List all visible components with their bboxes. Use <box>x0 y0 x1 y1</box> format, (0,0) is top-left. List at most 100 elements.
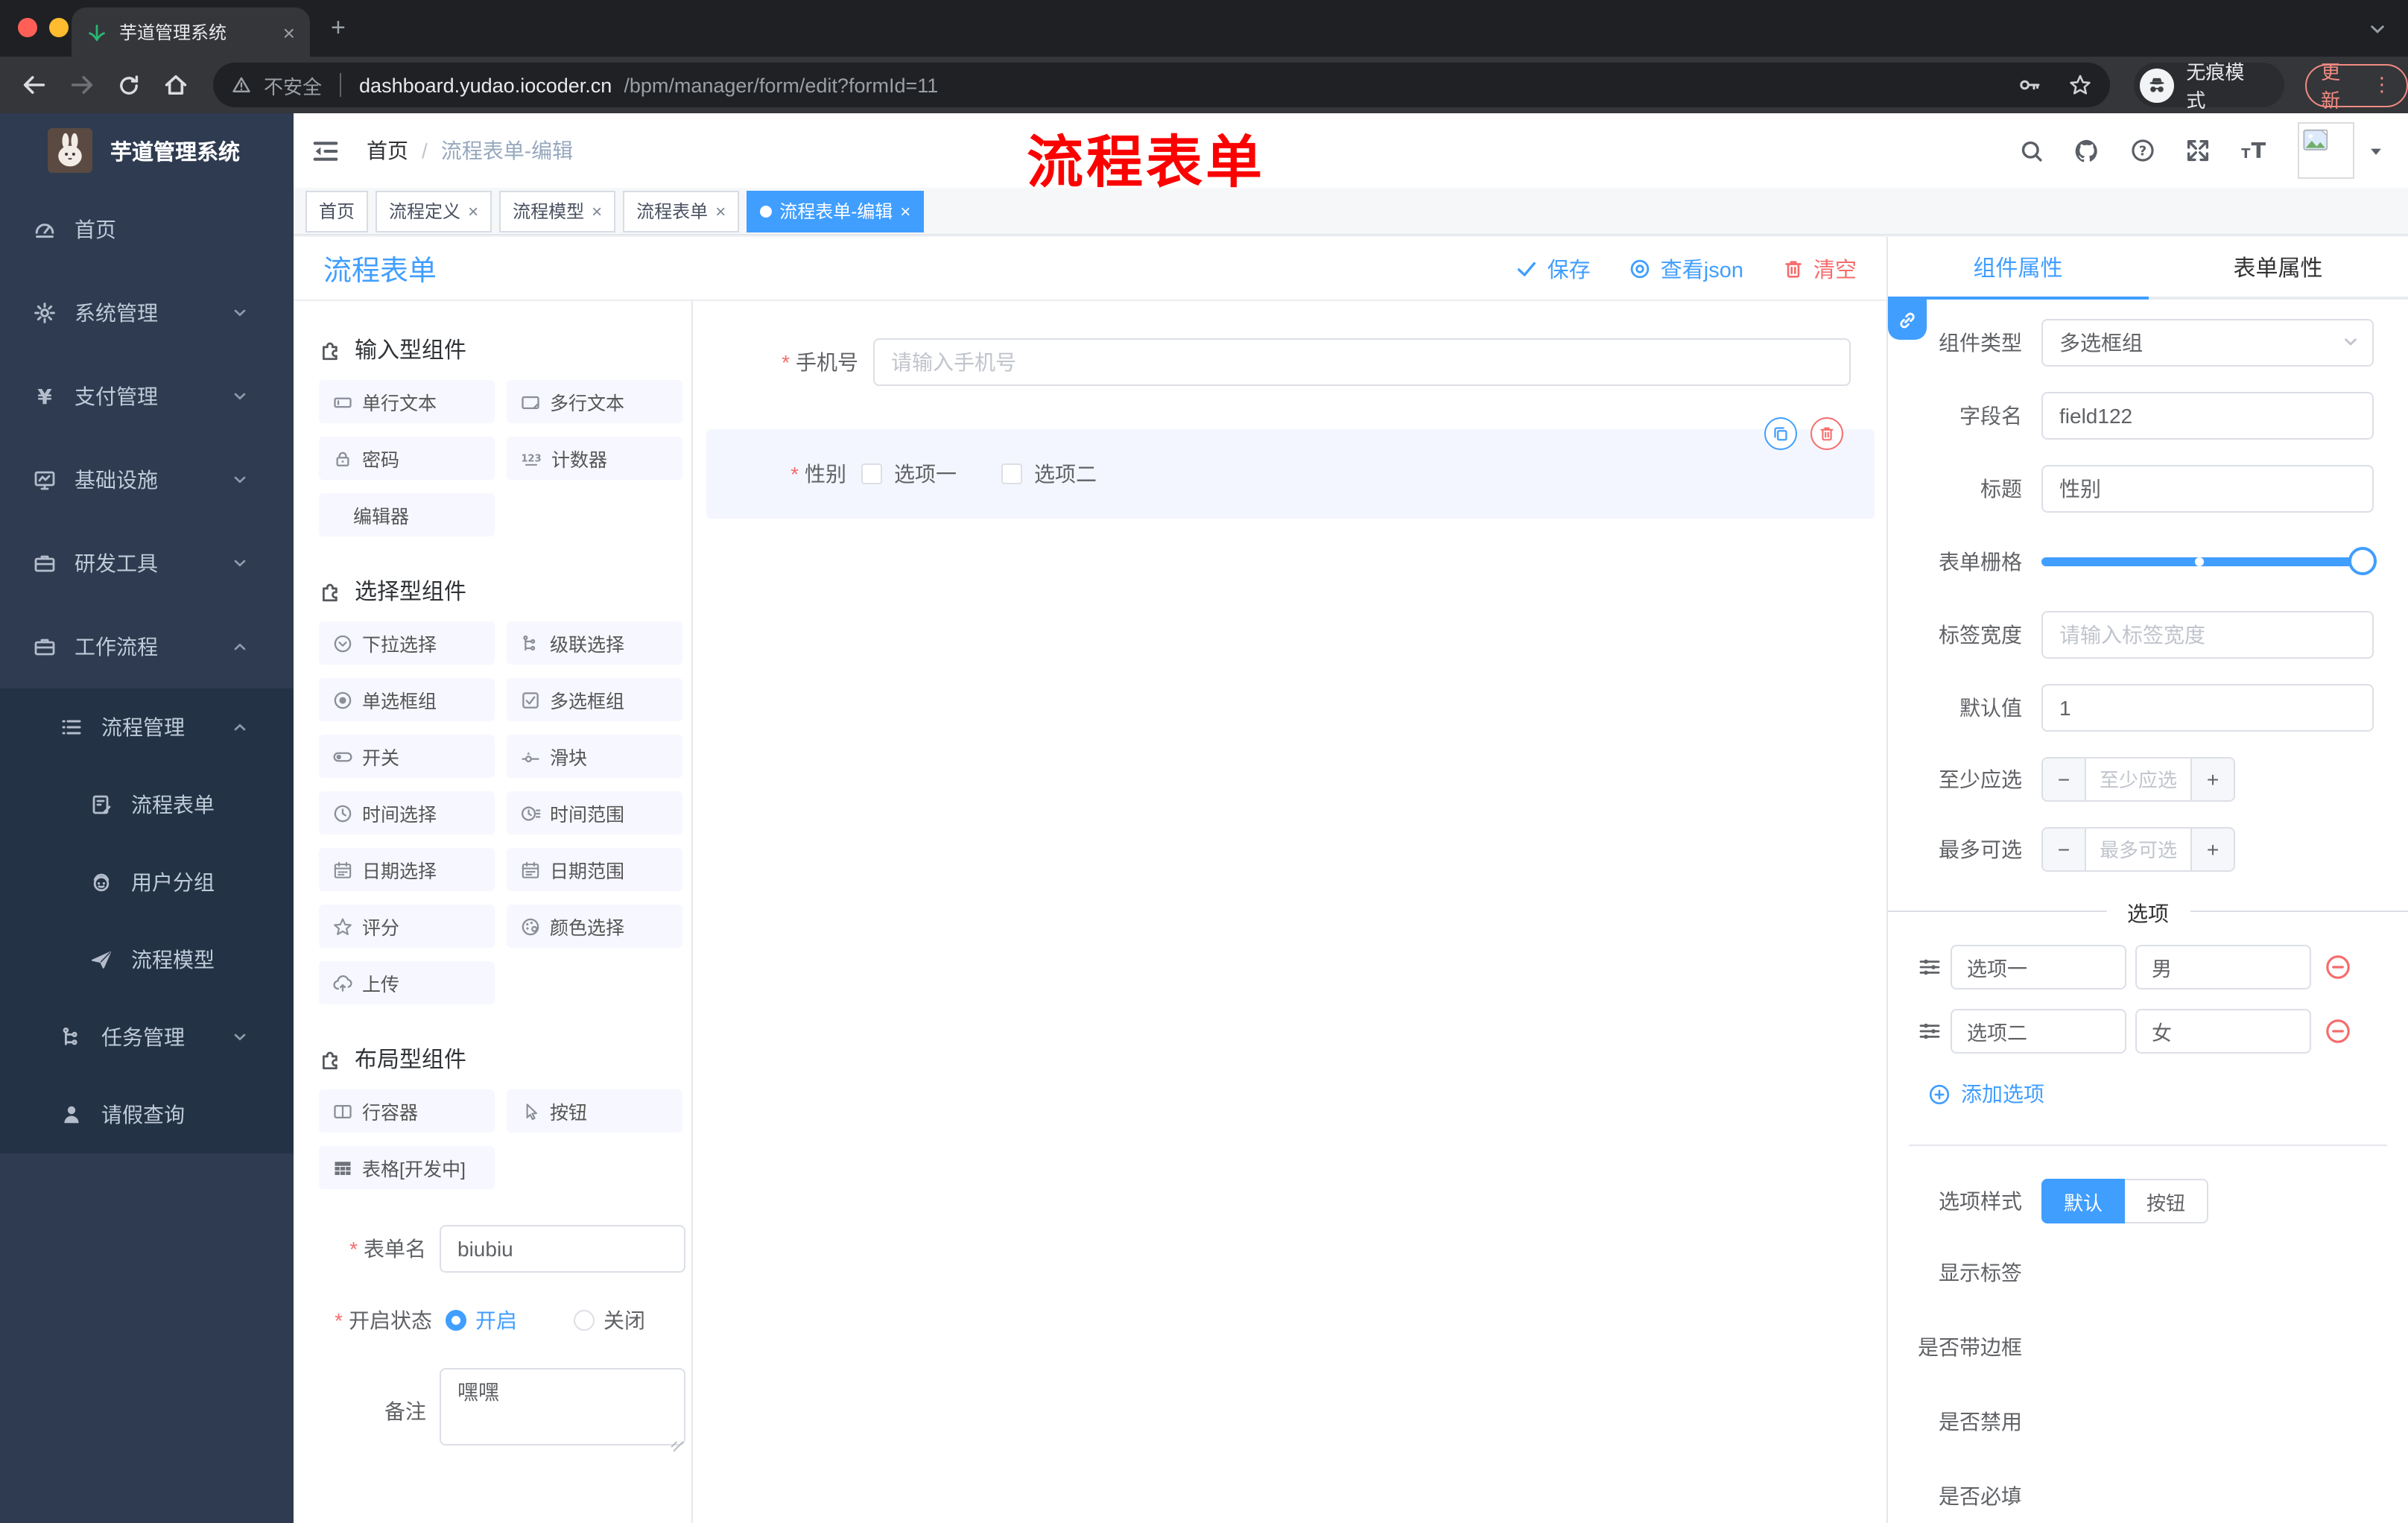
clear-button[interactable]: 清空 <box>1782 253 1857 284</box>
field-link-tab[interactable] <box>1888 300 1927 340</box>
fullscreen-icon[interactable] <box>2184 137 2211 164</box>
palette-item-switch[interactable]: 开关 <box>319 735 495 778</box>
sidebar-item-devtools[interactable]: 研发工具 <box>0 522 294 605</box>
tag-close-icon[interactable]: × <box>715 200 726 221</box>
form-remark-textarea[interactable]: 嘿嘿 <box>440 1368 685 1446</box>
palette-item-date-range[interactable]: 日期范围 <box>507 848 682 891</box>
tab-component-props[interactable]: 组件属性 <box>1888 237 2148 297</box>
sidebar-collapse-icon[interactable] <box>311 136 340 165</box>
password-key-icon[interactable] <box>2018 73 2042 97</box>
sidebar-logo[interactable]: 芋道管理系统 <box>0 113 294 188</box>
browser-tab[interactable]: 芋道管理系统 × <box>72 7 310 57</box>
palette-item-editor[interactable]: 编辑器 <box>319 493 495 536</box>
forward-button[interactable] <box>69 72 95 98</box>
delete-component-button[interactable] <box>1810 417 1843 450</box>
title-input[interactable] <box>2041 465 2374 513</box>
palette-item-counter[interactable]: 123 计数器 <box>507 437 682 480</box>
sidebar-item-leave-query[interactable]: 请假查询 <box>0 1076 294 1153</box>
palette-item-rate[interactable]: 评分 <box>319 905 495 948</box>
palette-item-slider[interactable]: 滑块 <box>507 735 682 778</box>
style-default-button[interactable]: 默认 <box>2041 1179 2125 1223</box>
label-width-input[interactable] <box>2041 611 2374 659</box>
tag-process-model[interactable]: 流程模型 × <box>499 190 616 232</box>
phone-input[interactable] <box>873 338 1851 386</box>
minimize-window-button[interactable] <box>49 18 69 37</box>
stepper-increase-button[interactable]: + <box>2190 829 2234 870</box>
back-button[interactable] <box>21 72 48 98</box>
tag-close-icon[interactable]: × <box>900 200 910 221</box>
stepper-decrease-button[interactable]: − <box>2043 829 2086 870</box>
tab-search-chevron-icon[interactable] <box>2368 19 2387 39</box>
url-bar[interactable]: 不安全 dashboard.yudao.iocoder.cn /bpm/mana… <box>213 63 2111 107</box>
palette-item-time-picker[interactable]: 时间选择 <box>319 791 495 835</box>
bookmark-star-icon[interactable] <box>2069 73 2093 97</box>
tag-home[interactable]: 首页 <box>305 190 369 232</box>
sidebar-item-process-form[interactable]: 流程表单 <box>0 766 294 843</box>
sidebar-item-system[interactable]: 系统管理 <box>0 271 294 355</box>
security-label[interactable]: 不安全 <box>264 71 322 99</box>
help-icon[interactable]: ? <box>2129 137 2156 164</box>
add-option-button[interactable]: 添加选项 <box>1928 1079 2408 1109</box>
tag-process-definition[interactable]: 流程定义 × <box>376 190 492 232</box>
palette-item-time-range[interactable]: 时间范围 <box>507 791 682 835</box>
remove-option-button[interactable] <box>2325 954 2351 981</box>
avatar-caret-icon[interactable] <box>2368 142 2384 159</box>
font-size-icon[interactable]: TT <box>2240 137 2269 164</box>
palette-item-radio-group[interactable]: 单选框组 <box>319 678 495 721</box>
palette-item-color-picker[interactable]: 颜色选择 <box>507 905 682 948</box>
new-tab-button[interactable]: + <box>331 15 346 40</box>
field-name-input[interactable] <box>2041 392 2374 440</box>
home-button[interactable] <box>162 72 189 98</box>
palette-item-table[interactable]: 表格[开发中] <box>319 1146 495 1189</box>
palette-item-button[interactable]: 按钮 <box>507 1089 682 1133</box>
palette-item-cascader[interactable]: 级联选择 <box>507 621 682 665</box>
search-icon[interactable] <box>2019 138 2044 163</box>
drag-handle-icon[interactable] <box>1918 1019 1942 1043</box>
option-2-label-input[interactable] <box>1951 1009 2126 1054</box>
sidebar-item-infrastructure[interactable]: 基础设施 <box>0 438 294 522</box>
canvas-gender-field-selected[interactable]: 性别 选项一 选项二 <box>706 417 1875 519</box>
tag-process-form-edit[interactable]: 流程表单-编辑 × <box>747 190 925 232</box>
status-on-radio[interactable]: 开启 <box>446 1305 517 1335</box>
style-button-button[interactable]: 按钮 <box>2125 1179 2208 1223</box>
avatar[interactable] <box>2298 122 2354 179</box>
slider-track[interactable] <box>2041 557 2374 566</box>
form-name-input[interactable] <box>440 1225 685 1273</box>
tab-close-icon[interactable]: × <box>283 22 295 42</box>
option-1-label-input[interactable] <box>1951 945 2126 990</box>
palette-item-date-picker[interactable]: 日期选择 <box>319 848 495 891</box>
remove-option-button[interactable] <box>2325 1018 2351 1045</box>
copy-component-button[interactable] <box>1764 417 1797 450</box>
tag-process-form[interactable]: 流程表单 × <box>623 190 740 232</box>
github-icon[interactable] <box>2073 136 2101 165</box>
sidebar-item-home[interactable]: 首页 <box>0 188 294 271</box>
component-type-value[interactable] <box>2041 319 2374 367</box>
palette-item-checkbox-group[interactable]: 多选框组 <box>507 678 682 721</box>
save-button[interactable]: 保存 <box>1516 253 1591 284</box>
gender-option-1-checkbox[interactable]: 选项一 <box>861 459 957 489</box>
gender-option-2-checkbox[interactable]: 选项二 <box>1001 459 1097 489</box>
palette-item-multi-line-text[interactable]: 多行文本 <box>507 380 682 423</box>
palette-item-row-container[interactable]: 行容器 <box>319 1089 495 1133</box>
max-select-input[interactable] <box>2086 829 2190 870</box>
canvas-phone-field[interactable]: 手机号 <box>694 338 1851 386</box>
palette-item-single-line-text[interactable]: 单行文本 <box>319 380 495 423</box>
close-window-button[interactable] <box>18 18 37 37</box>
sidebar-item-workflow[interactable]: 工作流程 <box>0 605 294 688</box>
grid-slider[interactable] <box>2041 538 2377 586</box>
stepper-increase-button[interactable]: + <box>2190 759 2234 800</box>
tab-form-props[interactable]: 表单属性 <box>2148 237 2408 297</box>
breadcrumb-home[interactable]: 首页 <box>367 136 408 165</box>
min-select-input[interactable] <box>2086 759 2190 800</box>
option-2-value-input[interactable] <box>2135 1009 2311 1054</box>
view-json-button[interactable]: 查看json <box>1629 253 1743 284</box>
drag-handle-icon[interactable] <box>1918 955 1942 979</box>
option-1-value-input[interactable] <box>2135 945 2311 990</box>
sidebar-item-user-group[interactable]: 用户分组 <box>0 843 294 921</box>
tag-close-icon[interactable]: × <box>468 200 478 221</box>
slider-handle[interactable] <box>2348 547 2377 575</box>
sidebar-item-task-management[interactable]: 任务管理 <box>0 998 294 1076</box>
tag-close-icon[interactable]: × <box>592 200 602 221</box>
palette-item-select[interactable]: 下拉选择 <box>319 621 495 665</box>
sidebar-item-payment[interactable]: ¥ 支付管理 <box>0 355 294 438</box>
